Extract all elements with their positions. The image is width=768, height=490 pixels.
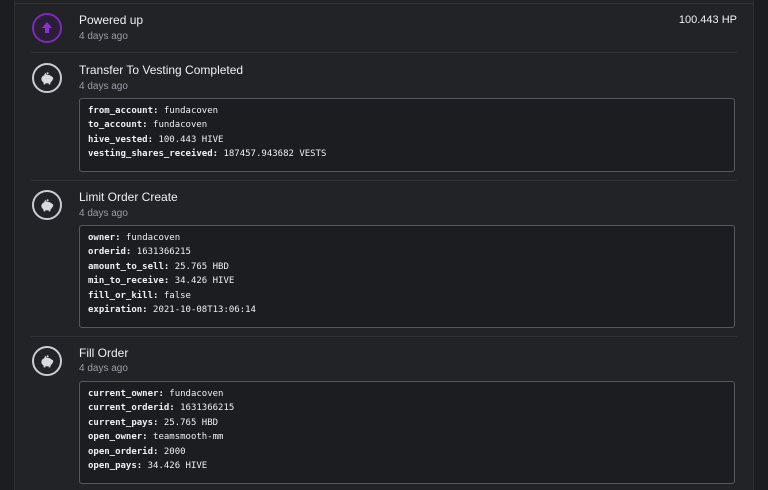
detail-row: open_owner: teamsmooth-mm xyxy=(88,430,726,444)
detail-row: current_pays: 25.765 HBD xyxy=(88,416,726,430)
operation-details: current_owner: fundacoven current_orderi… xyxy=(79,381,735,484)
detail-row: current_orderid: 1631366215 xyxy=(88,401,726,415)
detail-value: fundacoven xyxy=(147,120,208,131)
detail-row: open_orderid: 2000 xyxy=(88,445,726,459)
detail-key: orderid: xyxy=(88,247,132,258)
detail-value: fundacoven xyxy=(158,106,219,116)
detail-value: 25.765 HBD xyxy=(158,417,219,428)
detail-value: teamsmooth-mm xyxy=(147,432,224,443)
activity-timestamp[interactable]: 4 days ago xyxy=(79,81,128,92)
detail-key: current_owner: xyxy=(88,389,164,399)
detail-value: 2021-10-08T13:06:14 xyxy=(147,305,256,316)
activity-title: Powered up xyxy=(79,13,144,27)
activity-title: Fill Order xyxy=(79,346,129,360)
detail-row: vesting_shares_received: 187457.943682 V… xyxy=(88,147,726,161)
piggy-bank-icon xyxy=(32,190,62,220)
activity-timestamp[interactable]: 4 days ago xyxy=(79,363,128,374)
detail-value: false xyxy=(158,290,191,301)
power-up-icon xyxy=(32,13,62,43)
detail-row: to_account: fundacoven xyxy=(88,118,726,132)
piggy-bank-icon xyxy=(32,63,62,93)
detail-key: from_account: xyxy=(88,106,159,116)
detail-value: 2000 xyxy=(158,446,186,457)
detail-key: open_orderid: xyxy=(88,446,159,457)
detail-key: current_pays: xyxy=(88,417,159,428)
activity-title: Limit Order Create xyxy=(79,190,178,204)
detail-key: min_to_receive: xyxy=(88,276,170,287)
detail-row: orderid: 1631366215 xyxy=(88,245,726,259)
detail-key: to_account: xyxy=(88,120,148,131)
piggy-bank-icon xyxy=(32,346,62,376)
activity-item-limit-order-create: Limit Order Create 4 days ago owner: fun… xyxy=(15,180,753,336)
operation-details: owner: fundacoven orderid: 1631366215 am… xyxy=(79,225,735,328)
detail-row: hive_vested: 100.443 HIVE xyxy=(88,133,726,147)
activity-item-powered-up: Powered up 4 days ago 100.443 HP xyxy=(15,0,753,52)
detail-row: from_account: fundacoven xyxy=(88,104,726,118)
detail-row: amount_to_sell: 25.765 HBD xyxy=(88,260,726,274)
detail-key: open_pays: xyxy=(88,461,143,472)
activity-item-transfer-to-vesting: Transfer To Vesting Completed 4 days ago… xyxy=(15,52,753,180)
detail-value: 1631366215 xyxy=(131,247,191,258)
activity-timestamp[interactable]: 4 days ago xyxy=(79,31,128,42)
detail-key: current_orderid: xyxy=(88,403,175,414)
detail-row: current_owner: fundacoven xyxy=(88,387,726,401)
detail-key: expiration: xyxy=(88,305,148,316)
detail-key: owner: xyxy=(88,233,121,243)
detail-key: hive_vested: xyxy=(88,134,154,145)
detail-key: open_owner: xyxy=(88,432,148,443)
detail-value: fundacoven xyxy=(120,233,181,243)
detail-key: amount_to_sell: xyxy=(88,261,170,272)
detail-value: 187457.943682 VESTS xyxy=(218,149,327,160)
operation-details: from_account: fundacoven to_account: fun… xyxy=(79,98,735,172)
detail-row: owner: fundacoven xyxy=(88,231,726,245)
activity-timestamp[interactable]: 4 days ago xyxy=(79,208,128,219)
detail-row: fill_or_kill: false xyxy=(88,289,726,303)
detail-value: fundacoven xyxy=(163,389,224,399)
detail-value: 100.443 HIVE xyxy=(153,134,224,145)
detail-value: 1631366215 xyxy=(174,403,235,414)
detail-row: open_pays: 34.426 HIVE xyxy=(88,459,726,473)
detail-row: min_to_receive: 34.426 HIVE xyxy=(88,274,726,288)
detail-key: vesting_shares_received: xyxy=(88,149,219,160)
activity-title: Transfer To Vesting Completed xyxy=(79,63,244,77)
page: Powered up 4 days ago 100.443 HP Transfe… xyxy=(0,0,768,490)
detail-value: 25.765 HBD xyxy=(169,261,229,272)
detail-value: 34.426 HIVE xyxy=(142,461,208,472)
detail-row: expiration: 2021-10-08T13:06:14 xyxy=(88,303,726,317)
activity-amount: 100.443 HP xyxy=(678,14,737,26)
activity-panel: Powered up 4 days ago 100.443 HP Transfe… xyxy=(14,0,754,490)
detail-value: 34.426 HIVE xyxy=(169,276,235,287)
activity-item-fill-order: Fill Order 4 days ago current_owner: fun… xyxy=(15,336,753,490)
detail-key: fill_or_kill: xyxy=(88,290,159,301)
